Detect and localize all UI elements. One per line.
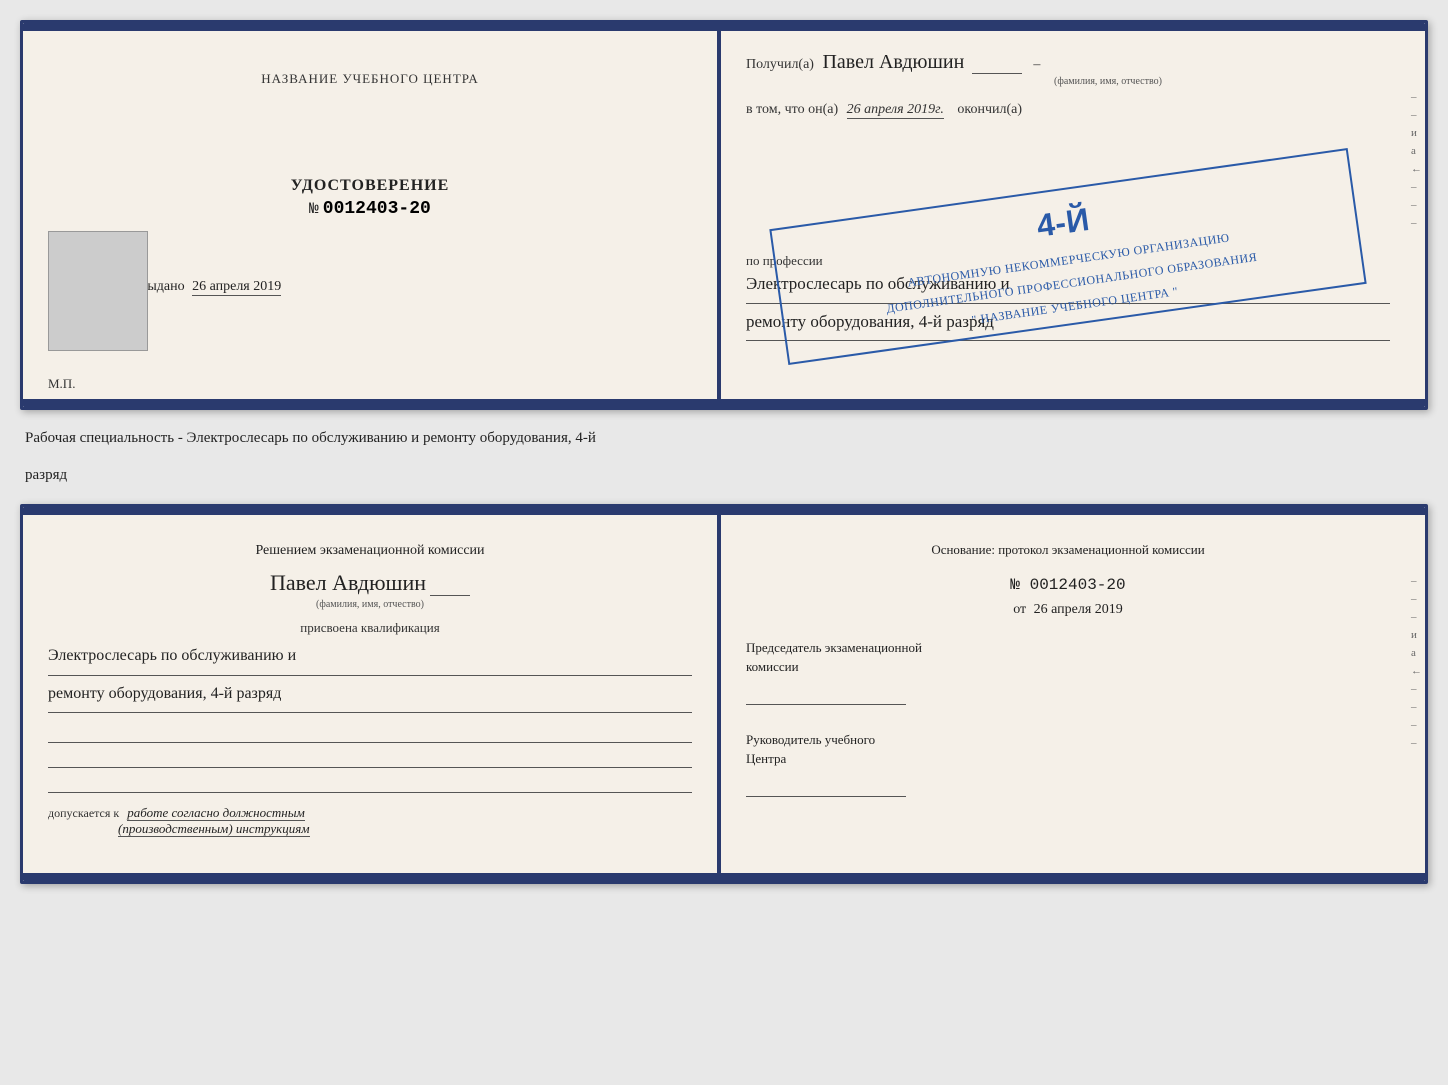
top-left-panel: НАЗВАНИЕ УЧЕБНОГО ЦЕНТРА УДОСТОВЕРЕНИЕ №… [23,31,717,407]
bottom-booklet-bottom-strip [23,873,1425,881]
basis-number: № 0012403-20 [746,576,1390,594]
top-right-panel: Получил(а) Павел Авдюшин – (фамилия, имя… [721,31,1425,407]
mp-label: М.П. [48,376,75,392]
bottom-booklet: Решением экзаменационной комиссии Павел … [20,504,1428,884]
cert-number: № 0012403-20 [48,199,692,219]
issued-line: Выдано 26 апреля 2019 [138,279,692,295]
top-booklet: НАЗВАНИЕ УЧЕБНОГО ЦЕНТРА УДОСТОВЕРЕНИЕ №… [20,20,1428,410]
bottom-strip-top [23,399,1425,407]
extra-lines [48,723,692,793]
basis-title: Основание: протокол экзаменационной коми… [746,540,1390,561]
head-signature-line [746,777,906,797]
description-block: Рабочая специальность - Электрослесарь п… [20,420,1428,494]
bottom-booklet-top-strip [23,507,1425,515]
person-name-row: Павел Авдюшин [48,570,692,596]
allowed-row: допускается к работе согласно должностны… [48,805,692,837]
stamp-area: 4-й АВТОНОМНУЮ НЕКОММЕРЧЕСКУЮ ОРГАНИЗАЦИ… [746,128,1390,248]
bottom-left-panel: Решением экзаменационной комиссии Павел … [23,515,717,881]
bottom-right-panel: Основание: протокол экзаменационной коми… [721,515,1425,881]
assigned-label: присвоена квалификация [48,620,692,636]
cert-type: УДОСТОВЕРЕНИЕ [48,177,692,195]
photo-placeholder [48,231,148,351]
qual-text: Электрослесарь по обслуживанию и ремонту… [48,641,692,713]
head-section: Руководитель учебного Центра [746,730,1390,797]
page-wrapper: НАЗВАНИЕ УЧЕБНОГО ЦЕНТРА УДОСТОВЕРЕНИЕ №… [20,20,1428,884]
basis-date: от 26 апреля 2019 [746,602,1390,618]
decision-title: Решением экзаменационной комиссии [48,540,692,562]
org-name-left: НАЗВАНИЕ УЧЕБНОГО ЦЕНТРА [48,71,692,87]
bottom-right-edge-marks: – – – и а ← – – – – [1411,575,1422,749]
description-line1: Рабочая специальность - Электрослесарь п… [20,420,1428,457]
description-line2: разряд [20,457,1428,494]
top-strip [23,23,1425,31]
right-edge-marks: – – и а ← – – – [1411,91,1422,229]
received-row: Получил(а) Павел Авдюшин – [746,51,1390,74]
chairman-section: Председатель экзаменационной комиссии [746,638,1390,705]
in-that-row: в том, что он(а) 26 апреля 2019г. окончи… [746,102,1390,118]
chairman-signature-line [746,685,906,705]
